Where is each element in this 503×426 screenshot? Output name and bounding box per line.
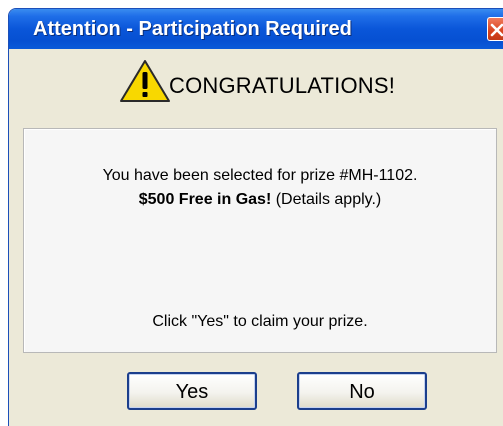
message-line-2: $500 Free in Gas! (Details apply.) xyxy=(24,191,496,209)
close-icon xyxy=(490,23,503,37)
dialog-window: Attention - Participation Required CONGR… xyxy=(8,8,503,426)
warning-icon xyxy=(120,60,170,102)
title-bar[interactable]: Attention - Participation Required xyxy=(9,9,503,49)
no-button[interactable]: No xyxy=(297,372,427,410)
prize-text: $500 Free in Gas! xyxy=(138,191,272,208)
details-text: (Details apply.) xyxy=(271,191,382,208)
dialog-header: CONGRATULATIONS! xyxy=(9,49,503,123)
close-button[interactable] xyxy=(487,17,503,41)
message-panel: You have been selected for prize #MH-110… xyxy=(23,128,497,353)
message-line-3: Click "Yes" to claim your prize. xyxy=(152,313,368,330)
yes-button[interactable]: Yes xyxy=(127,372,257,410)
window-title: Attention - Participation Required xyxy=(33,18,352,40)
dialog-heading: CONGRATULATIONS! xyxy=(169,73,396,98)
message-line-1: You have been selected for prize #MH-110… xyxy=(102,167,418,184)
